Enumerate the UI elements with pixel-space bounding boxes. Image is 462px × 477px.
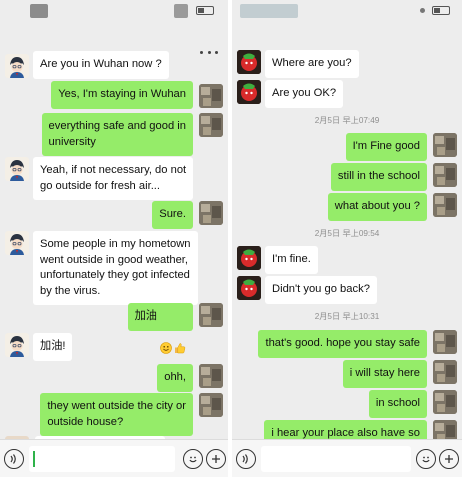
self-avatar[interactable] [199,113,223,137]
conan-avatar[interactable] [5,157,29,181]
chat-titlebar [0,22,228,54]
message-timestamp: 2月5日 早上07:49 [314,116,380,125]
message-bubble-received[interactable]: Yeah, if not necessary, do not go outsid… [33,157,194,200]
voice-icon[interactable] [236,449,256,469]
message-input[interactable] [29,446,175,472]
status-dot-icon [420,8,425,13]
message-bubble-sent[interactable]: ohh, [157,364,193,392]
self-avatar[interactable] [433,390,457,414]
thumbs-up-emoji [174,311,186,353]
battery-icon [196,6,214,15]
message-bubble-sent[interactable]: Yes, I'm staying in Wuhan [51,81,193,109]
self-avatar[interactable] [199,364,223,388]
status-bar [0,0,228,22]
message-bubble-sent[interactable]: that's good. hope you stay safe [258,330,427,358]
message-text: 加油 [134,310,157,322]
battery-icon [432,6,450,15]
conan-avatar[interactable] [5,333,29,357]
chat-input-bar [0,439,228,477]
message-bubble-sent[interactable]: everything safe and good in university [41,113,193,156]
blurred-status-area [30,4,48,18]
chat-input-bar [232,439,462,477]
message-bubble-sent[interactable]: Sure. [152,201,193,229]
emoji-icon[interactable] [416,449,436,469]
right-chat-panel: Where are you? Are you OK? 2月5日 早上07:49 … [232,0,462,477]
add-icon[interactable] [439,449,459,469]
self-avatar[interactable] [433,360,457,384]
red-avatar[interactable] [237,276,261,300]
message-bubble-received[interactable]: Where are you? [265,50,359,78]
conan-avatar[interactable] [5,54,29,78]
message-bubble-received[interactable]: Some people in my hometown went outside … [33,231,198,305]
status-bar [232,0,462,22]
self-avatar[interactable] [199,84,223,108]
self-avatar[interactable] [433,193,457,217]
self-avatar[interactable] [433,133,457,157]
message-bubble-sent[interactable]: still in the school [330,163,427,191]
blurred-status-area [240,4,298,18]
message-bubble-sent[interactable]: i will stay here [342,360,427,388]
more-menu-icon[interactable] [200,46,218,58]
message-bubble-received[interactable]: Are you OK? [265,80,344,108]
message-bubble-received[interactable]: I'm fine. [265,246,318,274]
message-timestamp: 2月5日 早上09:54 [314,229,380,238]
chat-titlebar [232,22,462,44]
message-bubble-received[interactable]: 加油! [33,333,73,361]
message-bubble-received[interactable]: Are you in Wuhan now ? [33,51,169,79]
blurred-status-area [174,4,188,18]
self-avatar[interactable] [433,330,457,354]
voice-icon[interactable] [4,449,24,469]
text-cursor [33,451,35,467]
conan-avatar[interactable] [5,231,29,255]
add-icon[interactable] [206,449,226,469]
message-bubble-sent[interactable]: they went outside the city or outside ho… [40,393,193,436]
message-bubble-sent[interactable]: what about you ? [327,193,427,221]
red-avatar[interactable] [237,80,261,104]
message-bubble-sent[interactable]: 加油 [127,303,193,354]
self-avatar[interactable] [199,393,223,417]
smile-emoji [160,311,172,354]
self-avatar[interactable] [433,163,457,187]
red-avatar[interactable] [237,246,261,270]
message-bubble-received[interactable]: Didn't you go back? [265,276,377,304]
left-chat-panel: Are you in Wuhan now ? Yes, I'm staying … [0,0,228,477]
message-bubble-sent[interactable]: in school [368,390,427,418]
message-input[interactable] [261,446,411,472]
red-avatar[interactable] [237,50,261,74]
emoji-icon[interactable] [183,449,203,469]
self-avatar[interactable] [199,201,223,225]
self-avatar[interactable] [199,303,223,327]
message-bubble-sent[interactable]: I'm Fine good [345,133,427,161]
message-timestamp: 2月5日 早上10:31 [314,312,380,321]
